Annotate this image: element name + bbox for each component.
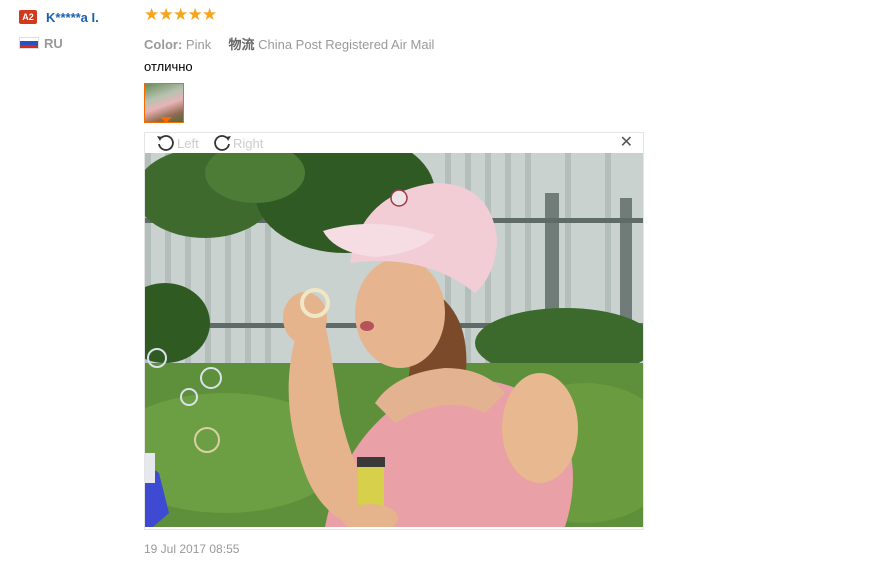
country-row: RU bbox=[19, 35, 139, 51]
color-label: Color: bbox=[144, 37, 183, 52]
rotate-left-button[interactable]: Left bbox=[155, 133, 199, 153]
star-icon: ★ bbox=[158, 5, 174, 24]
star-icon: ★ bbox=[144, 5, 160, 24]
reviewer-row: A2 K*****a I. bbox=[19, 8, 139, 26]
reviewer-name[interactable]: K*****a I. bbox=[46, 10, 99, 25]
review-timestamp: 19 Jul 2017 08:55 bbox=[144, 542, 240, 556]
order-attributes: Color: Pink 物流 China Post Registered Air… bbox=[144, 34, 664, 53]
shipping-label: 物流 bbox=[228, 38, 255, 53]
review-text: отлично bbox=[144, 59, 193, 74]
review-photo-image bbox=[145, 153, 643, 527]
close-icon[interactable]: ✕ bbox=[620, 135, 633, 151]
reviewer-info: A2 K*****a I. RU bbox=[19, 8, 139, 51]
star-icon: ★ bbox=[173, 5, 189, 24]
rotate-right-button[interactable]: Right bbox=[211, 133, 263, 153]
review-photo bbox=[145, 153, 643, 527]
thumbnail-pointer-icon bbox=[160, 117, 172, 123]
russia-flag-icon bbox=[19, 37, 39, 49]
level-badge: A2 bbox=[19, 10, 37, 24]
country-code: RU bbox=[44, 35, 63, 51]
star-rating: ★ ★ ★ ★ ★ bbox=[144, 6, 664, 24]
review-body: ★ ★ ★ ★ ★ Color: Pink 物流 China Post Regi… bbox=[144, 6, 664, 123]
star-icon: ★ bbox=[202, 5, 218, 24]
rotate-right-label: Right bbox=[233, 135, 264, 151]
photo-viewer: Left Right ✕ bbox=[144, 132, 644, 530]
rotate-right-icon bbox=[214, 135, 231, 151]
rotate-left-label: Left bbox=[177, 135, 199, 151]
shipping-value: China Post Registered Air Mail bbox=[258, 37, 435, 52]
rotate-left-icon bbox=[157, 135, 174, 151]
viewer-toolbar: Left Right ✕ bbox=[145, 133, 643, 153]
color-value: Pink bbox=[185, 37, 212, 52]
star-icon: ★ bbox=[187, 5, 203, 24]
